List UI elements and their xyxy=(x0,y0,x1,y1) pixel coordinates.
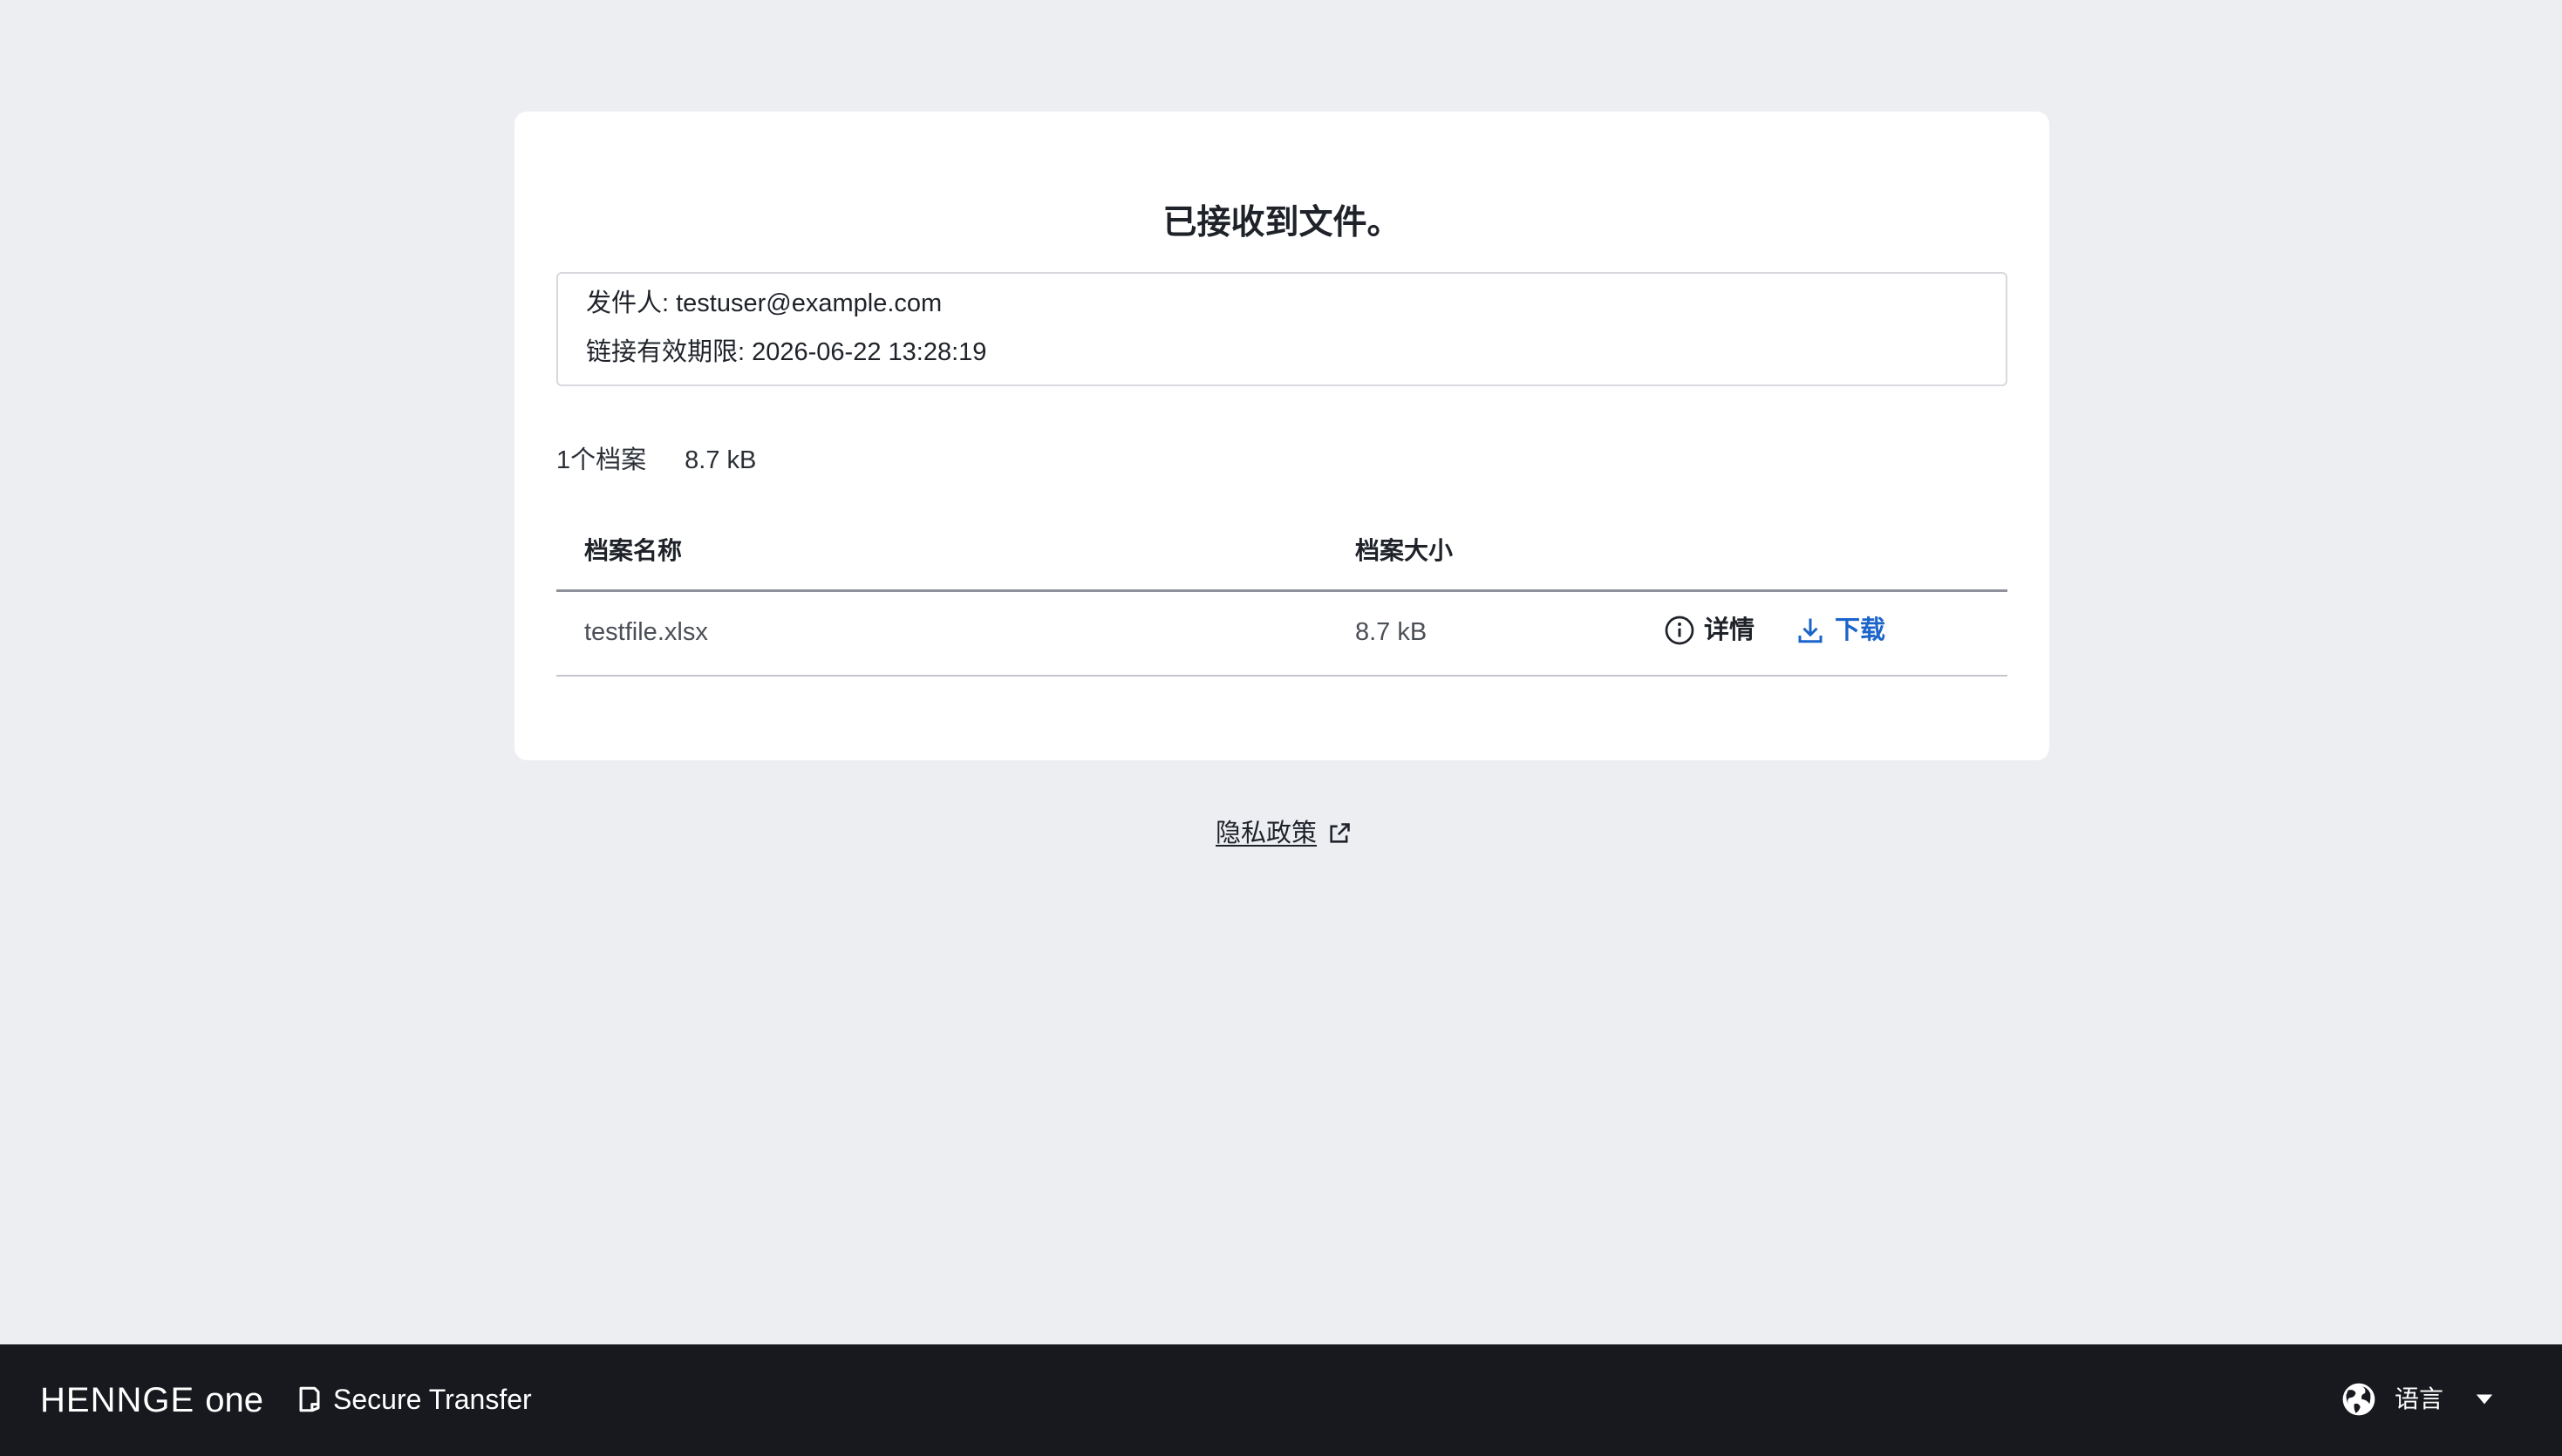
brand-name: HENNGE xyxy=(40,1381,195,1419)
details-label: 详情 xyxy=(1704,616,1755,644)
file-size-cell: 8.7 kB xyxy=(1355,618,1427,646)
transfer-info-box: 发件人: testuser@example.com 链接有效期限: 2026-0… xyxy=(556,272,2007,386)
globe-icon xyxy=(2341,1381,2377,1418)
privacy-policy-label: 隐私政策 xyxy=(1216,820,1318,847)
product-name: Secure Transfer xyxy=(295,1379,532,1419)
info-circle-icon xyxy=(1664,615,1695,646)
download-label: 下载 xyxy=(1835,616,1886,644)
details-button[interactable]: 详情 xyxy=(1664,613,1755,648)
language-label: 语言 xyxy=(2395,1385,2444,1412)
henngeone-logo: HENNGE one xyxy=(40,1381,263,1419)
download-icon xyxy=(1795,615,1826,646)
file-table: 档案名称 档案大小 testfile.xlsx 8.7 kB 详情 下载 xyxy=(556,518,2007,677)
sender-info: 发件人: testuser@example.com xyxy=(586,289,943,317)
column-header-file-name: 档案名称 xyxy=(584,537,683,564)
file-count: 1个档案 xyxy=(556,446,647,474)
received-files-card: 已接收到文件。 发件人: testuser@example.com 链接有效期限… xyxy=(514,112,2049,760)
download-button[interactable]: 下载 xyxy=(1795,613,1885,648)
product-label: Secure Transfer xyxy=(333,1384,532,1415)
files-summary: 1个档案 8.7 kB xyxy=(556,445,756,476)
total-size: 8.7 kB xyxy=(685,446,757,474)
language-selector[interactable]: 语言 xyxy=(2341,1379,2494,1419)
table-row: testfile.xlsx 8.7 kB 详情 下载 xyxy=(556,592,2007,677)
document-icon xyxy=(295,1385,324,1414)
privacy-policy-link[interactable]: 隐私政策 xyxy=(1216,816,1352,851)
page-title: 已接收到文件。 xyxy=(1162,204,1401,242)
brand-suffix: one xyxy=(205,1381,264,1419)
column-header-file-size: 档案大小 xyxy=(1355,537,1454,564)
footer-bar: HENNGE one Secure Transfer 语言 xyxy=(0,1344,2562,1456)
link-expiry-info: 链接有效期限: 2026-06-22 13:28:19 xyxy=(586,338,987,366)
file-name-cell: testfile.xlsx xyxy=(584,618,708,646)
caret-down-icon xyxy=(2475,1390,2494,1409)
table-header: 档案名称 档案大小 xyxy=(556,518,2007,592)
external-link-icon xyxy=(1327,821,1352,846)
